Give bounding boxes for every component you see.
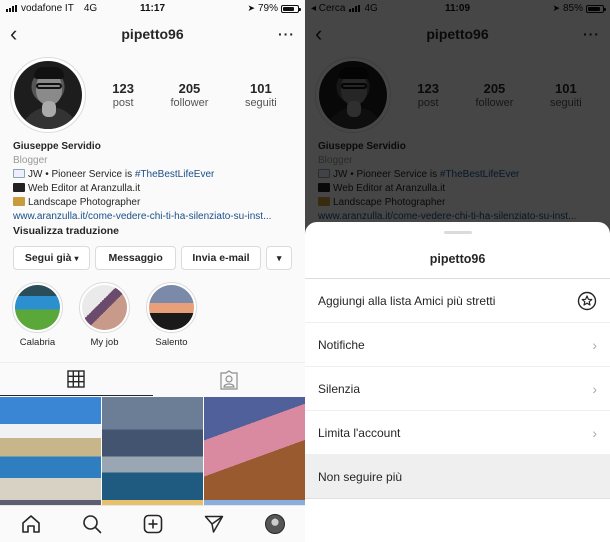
chevron-down-icon: ▾ <box>74 253 79 263</box>
search-icon <box>82 515 101 534</box>
battery-percent: 79% <box>257 3 278 14</box>
bio-line: Web Editor at Aranzulla.it <box>13 182 292 196</box>
see-translation-link[interactable]: Visualizza traduzione <box>13 224 292 238</box>
bio-line: Landscape Photographer <box>13 196 292 210</box>
profile-username: pipetto96 <box>121 25 184 42</box>
profile-screen: vodafone IT 4G 11:17 ➤ 79% ‹ pipetto96 ·… <box>0 0 305 542</box>
chevron-right-icon: › <box>592 380 597 397</box>
highlight-cover <box>15 285 60 330</box>
paper-plane-icon <box>204 515 223 533</box>
menu-item-notifications[interactable]: Notifiche › <box>305 323 610 367</box>
story-highlights: Calabria My job Salento <box>0 282 305 348</box>
network-type: 4G <box>83 3 98 14</box>
profile-actions: Segui già ▾ Messaggio Invia e-mail ▾ <box>0 246 305 270</box>
monitor-emoji-icon <box>13 183 25 192</box>
location-arrow-icon: ➤ <box>247 3 255 13</box>
tab-direct[interactable] <box>199 509 229 539</box>
home-icon <box>21 515 40 533</box>
full-name: Giuseppe Servidio <box>13 141 101 152</box>
tab-new-post[interactable] <box>138 509 168 539</box>
tab-grid[interactable] <box>0 363 153 396</box>
highlight-calabria[interactable]: Calabria <box>12 282 63 348</box>
post-thumbnail[interactable] <box>102 397 203 505</box>
clock: 11:17 <box>139 3 166 14</box>
stat-followers[interactable]: 205 follower <box>171 81 209 109</box>
posts-grid <box>0 397 305 505</box>
category: Blogger <box>13 155 48 166</box>
plus-square-icon <box>143 514 162 534</box>
profile-nav-bar: ‹ pipetto96 ··· <box>0 17 305 50</box>
hashtag-link[interactable]: #TheBestLifeEver <box>135 169 215 180</box>
profile-stats: 123post 205follower 101seguiti <box>86 81 295 109</box>
tab-home[interactable] <box>16 509 46 539</box>
chevron-down-icon: ▾ <box>276 252 282 263</box>
stat-posts[interactable]: 123 post <box>112 81 134 109</box>
menu-item-mute[interactable]: Silenzia › <box>305 367 610 411</box>
following-button[interactable]: Segui già ▾ <box>13 246 91 270</box>
tagged-user-icon <box>220 369 238 390</box>
back-button[interactable]: ‹ <box>10 22 40 45</box>
profile-avatar-icon <box>264 514 285 534</box>
menu-item-close-friends[interactable]: Aggiungi alla lista Amici più stretti <box>305 279 610 323</box>
suggested-dropdown-button[interactable]: ▾ <box>266 246 292 270</box>
signal-icon <box>6 5 17 12</box>
bio-line: JW • Pioneer Service is #TheBestLifeEver <box>13 168 292 182</box>
action-sheet: pipetto96 Aggiungi alla lista Amici più … <box>305 222 610 542</box>
stat-following[interactable]: 101 seguiti <box>245 81 277 109</box>
battery-icon <box>281 4 301 13</box>
chevron-right-icon: › <box>592 336 597 353</box>
email-button[interactable]: Invia e-mail <box>180 246 262 270</box>
book-emoji-icon <box>13 169 25 178</box>
highlight-salento[interactable]: Salento <box>146 282 197 348</box>
tab-search[interactable] <box>77 509 107 539</box>
chevron-right-icon: › <box>592 424 597 441</box>
menu-item-restrict[interactable]: Limita l'account › <box>305 411 610 455</box>
more-options-button[interactable]: ··· <box>265 26 295 42</box>
grid-icon <box>67 370 85 388</box>
tab-profile[interactable] <box>260 509 290 539</box>
profile-screen-with-menu: ◂ Cerca 4G 11:09 ➤ 85% ‹ pipetto96 ··· 1… <box>305 0 610 542</box>
menu-item-unfollow[interactable]: Non seguire più <box>305 455 610 499</box>
profile-avatar[interactable] <box>10 57 86 133</box>
star-circle-icon <box>577 291 597 310</box>
sheet-title: pipetto96 <box>429 252 486 266</box>
profile-tabs <box>0 362 305 396</box>
highlight-cover <box>82 285 127 330</box>
carrier-name: vodafone IT <box>21 3 74 14</box>
post-thumbnail[interactable] <box>0 397 101 505</box>
profile-header: 123post 205follower 101seguiti <box>0 50 305 136</box>
message-button[interactable]: Messaggio <box>95 246 176 270</box>
tab-tagged[interactable] <box>153 363 306 396</box>
bio-website-link[interactable]: www.aranzulla.it/come-vedere-chi-ti-ha-s… <box>13 210 292 224</box>
sheet-drag-handle[interactable] <box>443 231 472 234</box>
highlight-my-job[interactable]: My job <box>79 282 130 348</box>
highlight-cover <box>149 285 194 330</box>
bottom-tab-bar <box>0 505 305 542</box>
profile-bio: Giuseppe Servidio Blogger JW • Pioneer S… <box>0 136 305 238</box>
status-bar: vodafone IT 4G 11:17 ➤ 79% <box>0 0 305 17</box>
post-thumbnail[interactable] <box>204 397 305 505</box>
camera-emoji-icon <box>13 197 25 206</box>
